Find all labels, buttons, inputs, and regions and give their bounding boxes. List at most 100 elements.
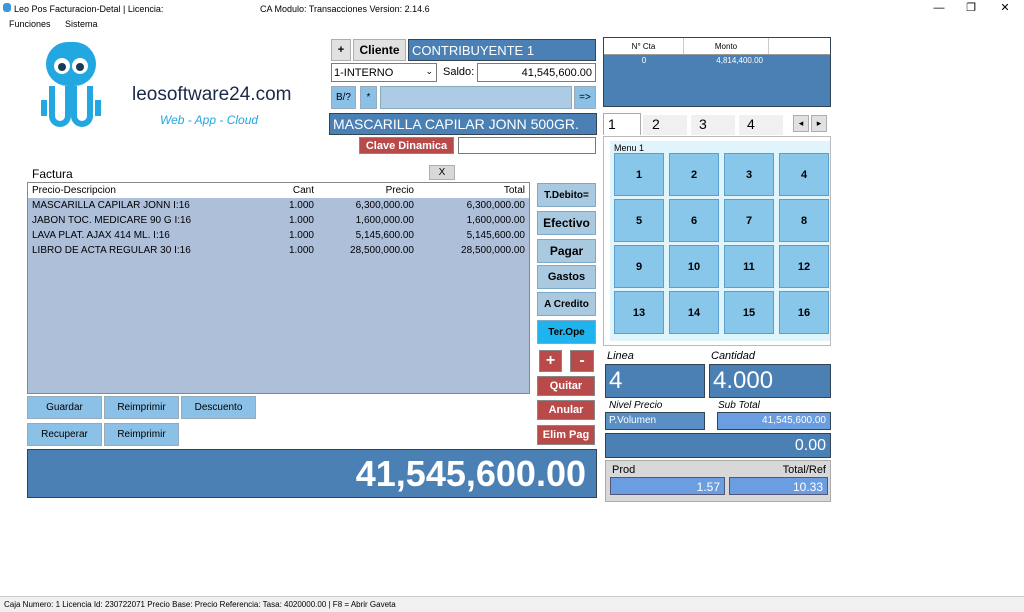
elim-pag-button[interactable]: Elim Pag (537, 425, 595, 445)
guardar-button[interactable]: Guardar (27, 396, 102, 419)
menu-button-9[interactable]: 9 (614, 245, 664, 288)
header-descripcion: Precio-Descripcion (32, 185, 116, 196)
logo-text: leosoftware24.com (132, 84, 292, 105)
grand-total-display: 41,545,600.00 (27, 449, 597, 498)
account-monto-value: 4,814,400.00 (716, 56, 763, 65)
linea-value: 4 (605, 364, 705, 398)
menu-sistema[interactable]: Sistema (65, 19, 98, 29)
pagar-button[interactable]: Pagar (537, 239, 596, 263)
account-header-cta: N° Cta (604, 38, 684, 54)
table-row[interactable]: LAVA PLAT. AJAX 414 ML. I:16 1.000 5,145,6… (28, 228, 529, 243)
close-window-button[interactable]: ✕ (990, 0, 1020, 17)
cell-total: 1,600,000.00 (466, 215, 525, 226)
chevron-down-icon: ⌄ (425, 66, 433, 76)
menu-button-3[interactable]: 3 (724, 153, 774, 196)
minimize-button[interactable]: — (924, 0, 954, 17)
table-row[interactable]: MASCARILLA CAPILAR JONN I:16 1.000 6,300,0… (28, 198, 529, 213)
quitar-button[interactable]: Quitar (537, 376, 595, 396)
cell-precio: 28,500,000.00 (350, 245, 414, 256)
reimprimir-button-1[interactable]: Reimprimir (104, 396, 179, 419)
menu-button-4[interactable]: 4 (779, 153, 829, 196)
menu-button-15[interactable]: 15 (724, 291, 774, 334)
account-cta-value: 0 (641, 56, 647, 65)
menu-button-2[interactable]: 2 (669, 153, 719, 196)
minus-button[interactable]: - (570, 350, 594, 372)
cell-total: 28,500,000.00 (461, 245, 525, 256)
tab-3[interactable]: 3 (691, 115, 735, 135)
a-credito-button[interactable]: A Credito (537, 292, 596, 316)
linea-label: Linea (607, 350, 634, 362)
cell-precio: 1,600,000.00 (355, 215, 414, 226)
menu-button-8[interactable]: 8 (779, 199, 829, 242)
add-client-button[interactable]: + (331, 39, 351, 61)
client-type-value: 1-INTERNO (334, 67, 394, 79)
status-bar: Caja Numero: 1 Licencia Id: 230722071 Pr… (0, 596, 1024, 612)
window-title: Leo Pos Facturacion-Detal | Licencia: (14, 4, 164, 14)
tab-1[interactable]: 1 (603, 113, 641, 135)
menu-button-7[interactable]: 7 (724, 199, 774, 242)
tdebito-button[interactable]: T.Debito= (537, 183, 596, 207)
prod-label: Prod (612, 464, 636, 476)
cantidad-value[interactable]: 4.000 (709, 364, 831, 398)
tab-4[interactable]: 4 (739, 115, 783, 135)
cliente-button[interactable]: Cliente (353, 39, 406, 61)
client-type-select[interactable]: 1-INTERNO ⌄ (331, 63, 437, 82)
cell-description: MASCARILLA CAPILAR JONN I:16 (32, 200, 190, 211)
descuento-button[interactable]: Descuento (181, 396, 256, 419)
nivel-precio-value[interactable]: P.Volumen (605, 412, 705, 430)
clave-field[interactable] (458, 137, 596, 154)
header-cant: Cant (292, 185, 314, 196)
totalref-value: 10.33 (729, 477, 828, 495)
table-row[interactable]: JABON TOC. MEDICARE 90 G I:16 1.000 1,600,… (28, 213, 529, 228)
cell-total: 5,145,600.00 (466, 230, 525, 241)
invoice-header-row: Precio-Descripcion Cant Precio Total (28, 183, 529, 198)
gastos-button[interactable]: Gastos (537, 265, 596, 289)
reimprimir-button-2[interactable]: Reimprimir (104, 423, 179, 446)
saldo-label: Saldo: (443, 66, 475, 78)
star-button[interactable]: * (360, 86, 377, 109)
efectivo-button[interactable]: Efectivo (537, 211, 596, 235)
table-row[interactable]: 0 4,814,400.00 (604, 55, 830, 67)
recuperar-button[interactable]: Recuperar (27, 423, 102, 446)
product-display: MASCARILLA CAPILAR JONN 500GR. (329, 113, 597, 135)
saldo-field[interactable]: 41,545,600.00 (477, 63, 596, 82)
menu-button-13[interactable]: 13 (614, 291, 664, 334)
cell-precio: 6,300,000.00 (355, 200, 414, 211)
header-precio: Precio (385, 185, 414, 196)
menu-funciones[interactable]: Funciones (9, 19, 51, 29)
menu-button-14[interactable]: 14 (669, 291, 719, 334)
clave-dinamica-button[interactable]: Clave Dinamica (359, 137, 454, 154)
tab-2[interactable]: 2 (643, 115, 687, 135)
invoice-title: Factura (32, 167, 73, 181)
menu-button-11[interactable]: 11 (724, 245, 774, 288)
restore-button[interactable]: ❐ (956, 0, 986, 17)
plus-button[interactable]: + (539, 350, 562, 372)
ter-ope-button[interactable]: Ter.Ope (537, 320, 596, 344)
tab-prev-button[interactable]: ◂ (793, 115, 809, 132)
menu-button-5[interactable]: 5 (614, 199, 664, 242)
logo-octopus (40, 40, 102, 136)
tab-next-button[interactable]: ▸ (811, 115, 827, 132)
table-row[interactable]: LIBRO DE ACTA REGULAR 30 I:16 1.000 28,500… (28, 243, 529, 258)
cell-cant: 1.000 (288, 230, 314, 241)
search-product-field[interactable] (380, 86, 572, 109)
cell-cant: 1.000 (288, 200, 314, 211)
arrow-button[interactable]: => (574, 86, 596, 109)
account-table-header: N° Cta Monto (604, 38, 830, 55)
cell-precio: 5,145,600.00 (355, 230, 414, 241)
menu-button-16[interactable]: 16 (779, 291, 829, 334)
anular-button[interactable]: Anular (537, 400, 595, 420)
title-bar: Leo Pos Facturacion-Detal | Licencia: CA… (0, 0, 1024, 17)
b-button[interactable]: B/? (331, 86, 356, 109)
client-name-field[interactable]: CONTRIBUYENTE 1 (408, 39, 596, 61)
module-title: CA Modulo: Transacciones Version: 2.14.6 (260, 4, 430, 14)
invoice-close-button[interactable]: X (429, 165, 455, 180)
menu-button-10[interactable]: 10 (669, 245, 719, 288)
account-header-monto: Monto (684, 38, 769, 54)
discount-display: 0.00 (605, 433, 831, 458)
tab-strip: 1 2 3 4 ◂ ▸ (603, 113, 831, 135)
menu-button-6[interactable]: 6 (669, 199, 719, 242)
menu-button-12[interactable]: 12 (779, 245, 829, 288)
menu-button-1[interactable]: 1 (614, 153, 664, 196)
prod-value: 1.57 (610, 477, 725, 495)
